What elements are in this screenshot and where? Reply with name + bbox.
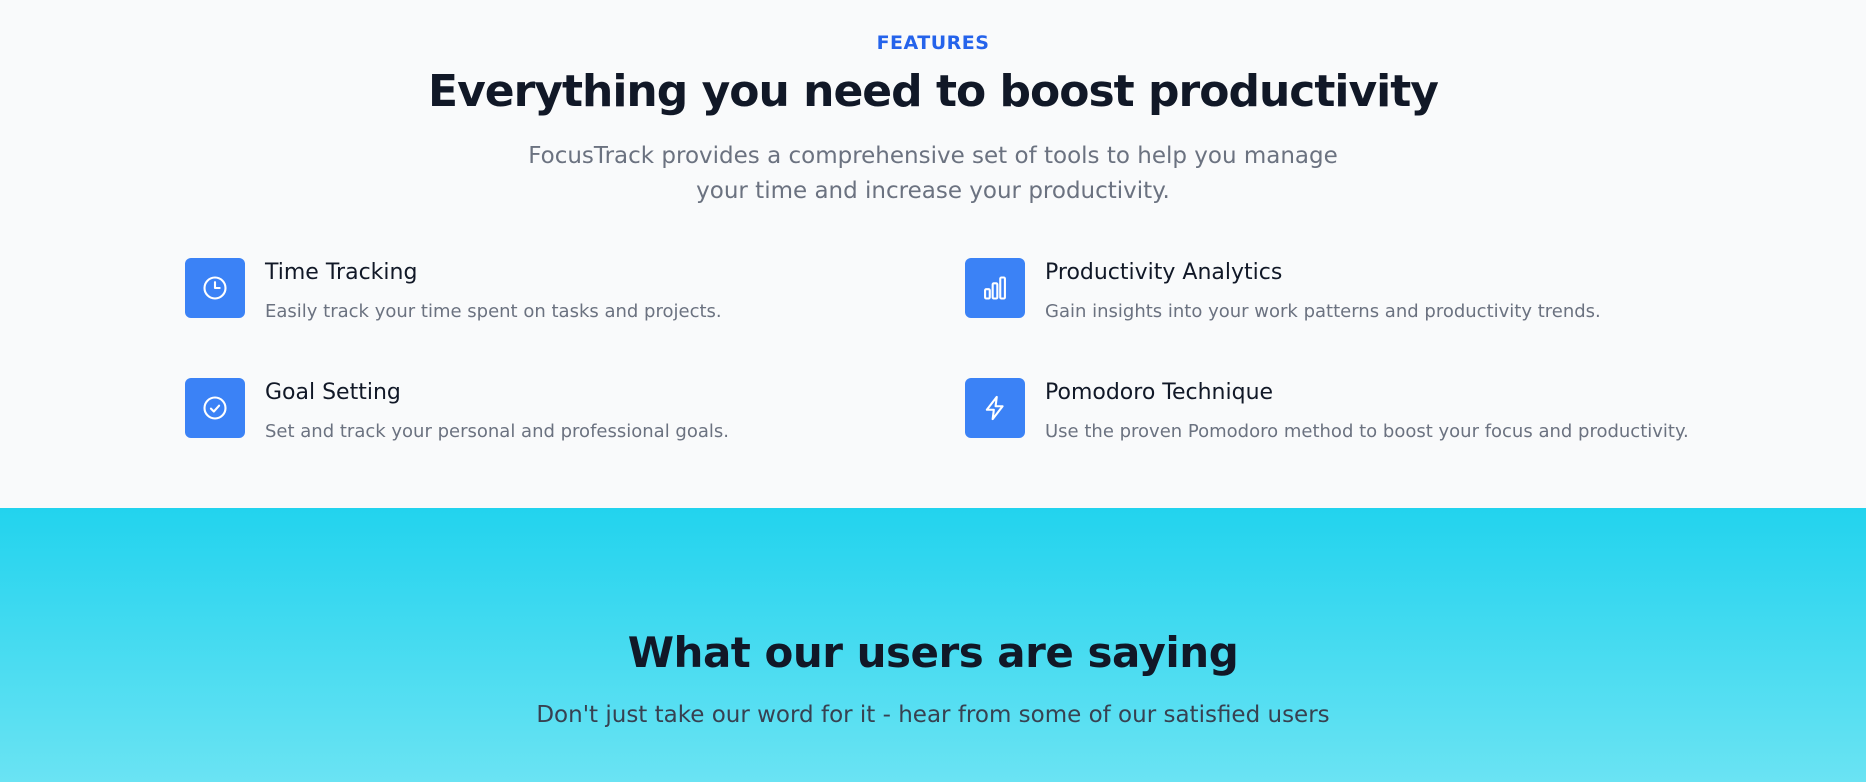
feature-goal-setting: Goal Setting Set and track your personal… [185, 378, 935, 448]
feature-title: Productivity Analytics [1045, 260, 1283, 285]
feature-description: Gain insights into your work patterns an… [1045, 301, 1601, 322]
testimonials-section: What our users are saying Don't just tak… [0, 508, 1866, 782]
feature-description: Use the proven Pomodoro method to boost … [1045, 421, 1689, 442]
features-section: FEATURES Everything you need to boost pr… [0, 0, 1866, 508]
feature-title: Pomodoro Technique [1045, 380, 1274, 405]
feature-description: Easily track your time spent on tasks an… [265, 301, 722, 322]
feature-time-tracking: Time Tracking Easily track your time spe… [185, 258, 935, 328]
features-eyebrow: FEATURES [876, 32, 990, 54]
testimonials-subheading: Don't just take our word for it - hear f… [536, 702, 1330, 728]
feature-description: Set and track your personal and professi… [265, 421, 729, 442]
features-headline: Everything you need to boost productivit… [428, 66, 1439, 117]
feature-title: Time Tracking [265, 260, 418, 285]
feature-productivity-analytics: Productivity Analytics Gain insights int… [965, 258, 1715, 328]
feature-title: Goal Setting [265, 380, 401, 405]
clock-icon [185, 258, 245, 318]
lightning-icon [965, 378, 1025, 438]
features-lead: FocusTrack provides a comprehensive set … [528, 143, 1338, 204]
feature-pomodoro-technique: Pomodoro Technique Use the proven Pomodo… [965, 378, 1715, 448]
bar-chart-icon [965, 258, 1025, 318]
check-circle-icon [185, 378, 245, 438]
testimonials-heading: What our users are saying [627, 628, 1239, 677]
